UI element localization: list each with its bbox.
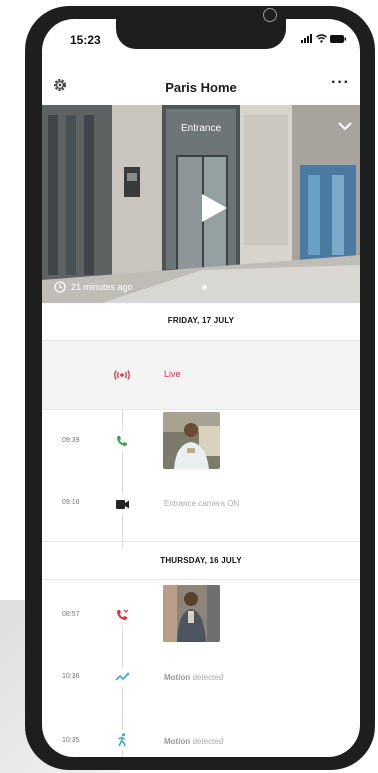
motion-graph-icon <box>112 667 132 687</box>
page-indicator <box>202 285 207 290</box>
battery-icon <box>330 34 346 43</box>
live-row[interactable]: Live <box>42 341 360 409</box>
date-header: FRIDAY, 17 JULY <box>167 316 235 325</box>
last-seen: 21 minutes ago <box>54 281 133 293</box>
phone-screen: 15:23 Paris Home ··· Entrance 21 minutes… <box>42 19 360 757</box>
event-time: 09:16 <box>62 499 80 506</box>
phone-frame: 15:23 Paris Home ··· Entrance 21 minutes… <box>25 6 375 770</box>
camera-name[interactable]: Entrance <box>42 123 360 134</box>
live-broadcast-icon <box>112 365 132 385</box>
event-label-bold: Motion <box>164 737 191 746</box>
event-time: 10:35 <box>62 737 80 744</box>
event-label: Entrance camera ON <box>164 499 240 508</box>
event-time: 09:39 <box>62 437 80 444</box>
app-header: Paris Home ··· <box>42 71 360 105</box>
phone-missed-icon <box>112 605 132 625</box>
wifi-icon <box>316 34 327 43</box>
camera-preview[interactable]: Entrance 21 minutes ago <box>42 105 360 303</box>
person-walking-icon <box>112 730 132 750</box>
phone-answered-icon <box>112 431 132 451</box>
event-time: 10:36 <box>62 673 80 680</box>
clock-icon <box>54 281 66 293</box>
divider <box>42 541 360 542</box>
event-label-rest: detected <box>192 673 224 682</box>
event-label-rest: detected <box>192 737 224 746</box>
timeline-line <box>122 389 123 549</box>
visitor-snapshot[interactable] <box>163 585 220 642</box>
home-title[interactable]: Paris Home <box>42 80 360 95</box>
signal-icon <box>301 34 312 43</box>
visitor-snapshot[interactable] <box>163 412 220 469</box>
event-label-bold: Motion <box>164 673 191 682</box>
notch <box>116 19 286 49</box>
divider <box>42 579 360 580</box>
play-icon[interactable] <box>200 193 228 223</box>
event-label: Motion detected <box>164 673 223 682</box>
date-header: THURSDAY, 16 JULY <box>160 556 242 565</box>
more-icon[interactable]: ··· <box>331 74 350 92</box>
event-label: Motion detected <box>164 737 223 746</box>
front-camera <box>263 8 277 22</box>
last-seen-text: 21 minutes ago <box>71 282 133 292</box>
status-time: 15:23 <box>70 33 101 47</box>
live-label: Live <box>164 369 181 379</box>
divider <box>42 409 360 410</box>
system-icons <box>301 34 346 43</box>
chevron-down-icon[interactable] <box>338 121 352 131</box>
event-time: 08:57 <box>62 611 80 618</box>
video-camera-icon <box>112 494 132 514</box>
